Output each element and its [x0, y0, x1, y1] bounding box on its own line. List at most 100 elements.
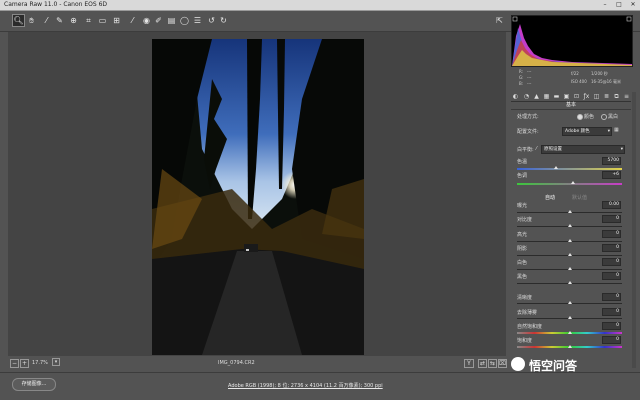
contrast-value[interactable]: 0	[602, 215, 621, 223]
rgb-b-label: B:	[519, 81, 524, 86]
temp-value[interactable]: 5700	[602, 157, 621, 165]
graduated-filter-icon[interactable]: ▤	[166, 15, 177, 26]
bw-radio[interactable]	[601, 114, 607, 120]
white-balance-tool-icon[interactable]: ⁄	[41, 15, 52, 26]
crop-tool-icon[interactable]: ⌗	[83, 15, 94, 26]
highlights-slider-thumb[interactable]	[568, 239, 572, 242]
toggle-before-after-button[interactable]: ⇄	[478, 359, 487, 368]
dehaze-slider-thumb[interactable]	[568, 316, 572, 319]
profile-browser-icon[interactable]: ▦	[614, 127, 619, 133]
tab-hsl-icon[interactable]: ▦	[543, 93, 550, 100]
bottom-bar: 存储图像... Adobe RGB (1998); 8 位; 2736 x 41…	[0, 372, 640, 400]
window-title: Camera Raw 11.0 - Canon EOS 6D	[4, 1, 108, 8]
save-image-button[interactable]: 存储图像...	[12, 378, 56, 391]
zoom-dropdown-icon[interactable]: ▾	[52, 358, 60, 366]
exposure-slider-thumb[interactable]	[568, 210, 572, 213]
swap-settings-button[interactable]: ⇆	[488, 359, 497, 368]
maximize-button[interactable]: □	[612, 1, 626, 8]
dehaze-label: 去除薄雾	[517, 310, 538, 316]
shadows-slider-thumb[interactable]	[568, 253, 572, 256]
tab-presets-icon[interactable]: ≣	[603, 93, 610, 100]
treatment-label: 处理方式:	[517, 114, 539, 120]
whites-slider-thumb[interactable]	[568, 267, 572, 270]
tab-split-toning-icon[interactable]: ▬	[553, 93, 560, 100]
panel-menu-icon[interactable]: ≡	[623, 93, 630, 100]
preferences-icon[interactable]: ☰	[192, 15, 203, 26]
filename: IMG_0794.CR2	[218, 360, 255, 366]
close-button[interactable]: ✕	[626, 1, 640, 8]
forest-photo	[152, 39, 364, 355]
panel-scrollbar[interactable]	[632, 92, 636, 368]
contrast-slider-thumb[interactable]	[568, 224, 572, 227]
camera-info: R: --- G: --- B: --- f/22 1/200 秒 ISO 40…	[511, 66, 631, 90]
toggle-settings-button[interactable]: ⌧	[498, 359, 507, 368]
blacks-value[interactable]: 0	[602, 272, 621, 280]
saturation-slider-thumb[interactable]	[568, 345, 572, 348]
panel-title: 基本	[511, 101, 631, 110]
clarity-label: 清晰度	[517, 295, 533, 301]
tab-tone-curve-icon[interactable]: ◔	[523, 93, 530, 100]
exposure-value[interactable]: 0.00	[602, 201, 621, 209]
shadows-value[interactable]: 0	[602, 244, 621, 252]
vibrance-slider-thumb[interactable]	[568, 331, 572, 334]
color-radio[interactable]	[577, 114, 583, 120]
targeted-adjustment-tool-icon[interactable]: ⊕	[68, 15, 79, 26]
rotate-ccw-icon[interactable]: ↺	[206, 15, 217, 26]
clarity-value[interactable]: 0	[602, 293, 621, 301]
hand-tool-icon[interactable]: ✋︎	[26, 15, 37, 26]
highlights-value[interactable]: 0	[602, 230, 621, 238]
title-bar: Camera Raw 11.0 - Canon EOS 6D – □ ✕	[0, 0, 640, 11]
straighten-tool-icon[interactable]: ▭	[97, 15, 108, 26]
wb-eyedropper-icon[interactable]: ⁄	[536, 146, 537, 152]
tint-value[interactable]: +6	[602, 171, 621, 179]
watermark-logo: 悟空问答	[511, 355, 631, 375]
tab-snapshots-icon[interactable]: ⧉	[613, 93, 620, 100]
color-sampler-tool-icon[interactable]: ✎	[54, 15, 65, 26]
auto-button[interactable]: 自动	[545, 194, 555, 201]
histogram	[511, 15, 633, 67]
spot-removal-tool-icon[interactable]: ⁄	[127, 15, 138, 26]
whites-value[interactable]: 0	[602, 258, 621, 266]
wb-dropdown[interactable]: 原照设置 ▾	[541, 145, 625, 154]
tab-effects-icon[interactable]: ƒx	[583, 93, 590, 100]
saturation-value[interactable]: 0	[602, 336, 621, 344]
tint-slider-thumb[interactable]	[571, 181, 575, 184]
tab-lens-icon[interactable]: ▣	[563, 93, 570, 100]
zoom-out-button[interactable]: −	[10, 359, 19, 368]
tab-detail-icon[interactable]: ▲	[533, 93, 540, 100]
fullscreen-icon[interactable]: ⇱	[494, 15, 505, 26]
blacks-slider-thumb[interactable]	[568, 281, 572, 284]
radial-filter-icon[interactable]: ◯	[179, 15, 190, 26]
tint-slider-track[interactable]	[517, 183, 622, 185]
photo-preview[interactable]	[152, 39, 364, 355]
red-eye-tool-icon[interactable]: ◉	[141, 15, 152, 26]
shutter-speed: 1/200 秒	[591, 71, 608, 76]
temp-slider-track[interactable]	[517, 168, 622, 170]
profile-value: Adobe 颜色	[565, 129, 590, 134]
vibrance-value[interactable]: 0	[602, 322, 621, 330]
rgb-r-label: R:	[519, 69, 524, 74]
zoom-level[interactable]: 17.7%	[32, 360, 48, 366]
temp-slider-thumb[interactable]	[554, 166, 558, 169]
exposure-label: 曝光	[517, 203, 528, 209]
tab-basic-icon[interactable]: ◐	[512, 93, 519, 100]
workflow-options-link[interactable]: Adobe RGB (1998); 8 位; 2736 x 4104 (11.2…	[228, 382, 383, 389]
tab-calibration-icon[interactable]: ◫	[593, 93, 600, 100]
default-button[interactable]: 默认值	[572, 194, 587, 201]
bw-option[interactable]: 黑白	[608, 113, 618, 120]
wb-value: 原照设置	[544, 147, 562, 152]
rotate-cw-icon[interactable]: ↻	[218, 15, 229, 26]
highlight-clipping-icon	[626, 16, 632, 22]
color-option[interactable]: 颜色	[584, 113, 594, 120]
rgb-r-value: ---	[527, 69, 532, 74]
before-after-y-button[interactable]: Y	[464, 359, 474, 368]
tab-transform-icon[interactable]: ⊡	[573, 93, 580, 100]
dehaze-value[interactable]: 0	[602, 308, 621, 316]
clarity-slider-thumb[interactable]	[568, 301, 572, 304]
zoom-in-button[interactable]: +	[20, 359, 29, 368]
profile-dropdown[interactable]: Adobe 颜色 ▾	[562, 127, 612, 136]
zoom-tool-icon[interactable]: 🔍︎	[12, 14, 25, 27]
minimize-button[interactable]: –	[598, 1, 612, 8]
adjustment-brush-icon[interactable]: ✐	[153, 15, 164, 26]
transform-tool-icon[interactable]: ⊞	[111, 15, 122, 26]
